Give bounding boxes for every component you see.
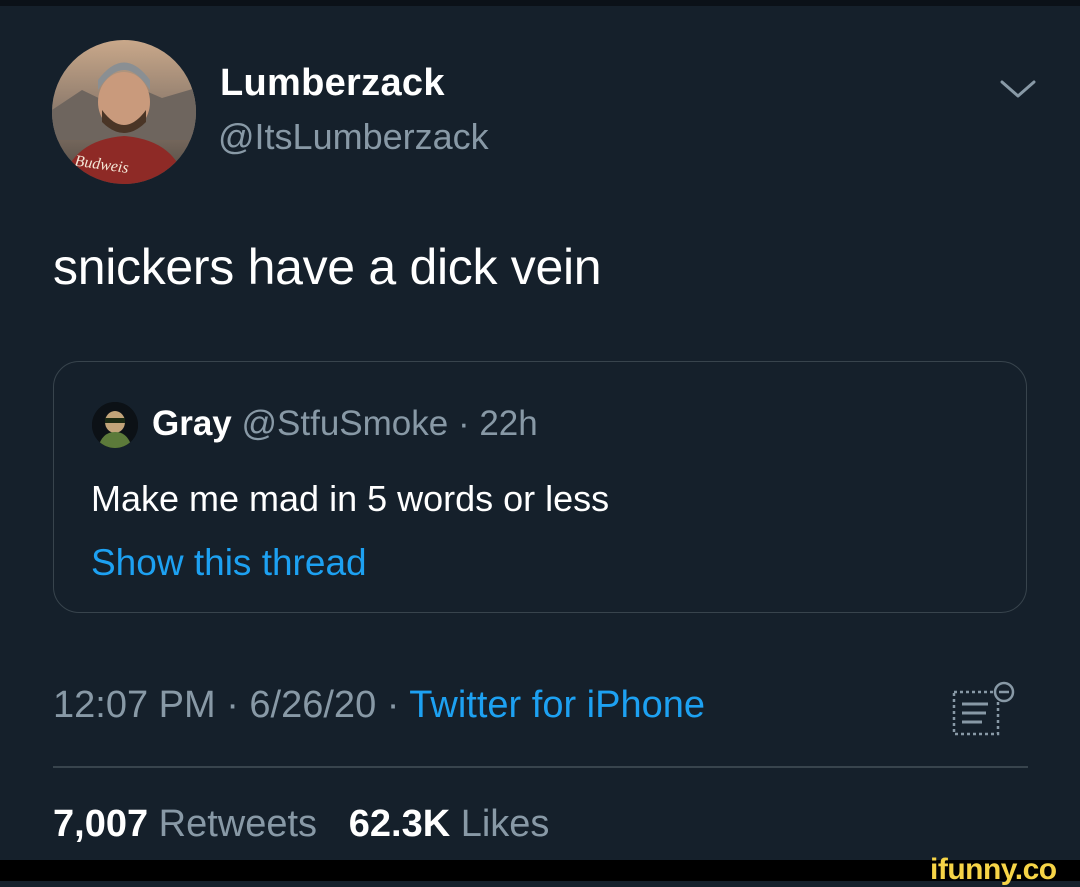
likes-label: Likes bbox=[450, 803, 550, 845]
quoted-author-avatar[interactable] bbox=[92, 402, 138, 448]
author-handle[interactable]: @ItsLumberzack bbox=[218, 116, 489, 158]
timestamp-row: 12:07 PM · 6/26/20 · Twitter for iPhone bbox=[53, 684, 705, 727]
retweets-stat[interactable]: 7,007 Retweets bbox=[53, 803, 317, 845]
watermark-bar bbox=[0, 860, 1080, 881]
likes-stat[interactable]: 62.3K Likes bbox=[349, 803, 550, 845]
top-strip bbox=[0, 0, 1080, 6]
retweets-count: 7,007 bbox=[53, 803, 149, 845]
quoted-author-name[interactable]: Gray bbox=[152, 404, 232, 443]
author-display-name[interactable]: Lumberzack bbox=[220, 62, 445, 105]
quoted-avatar-image bbox=[92, 402, 138, 448]
tweet-text: snickers have a dick vein bbox=[53, 239, 602, 295]
retweets-label: Retweets bbox=[148, 803, 318, 845]
ifunny-watermark: ifunny.co bbox=[930, 853, 1057, 886]
quoted-tweet-card[interactable]: Gray @StfuSmoke · 22h Make me mad in 5 w… bbox=[53, 361, 1027, 613]
tweet-timestamp: 12:07 PM · 6/26/20 · bbox=[53, 684, 410, 726]
author-avatar-photo: Budweis bbox=[52, 40, 196, 184]
author-avatar[interactable]: Budweis bbox=[52, 40, 196, 184]
stats-divider bbox=[53, 766, 1028, 768]
show-thread-link[interactable]: Show this thread bbox=[91, 542, 367, 584]
tweet-analytics-icon[interactable] bbox=[950, 680, 1020, 740]
quoted-handle-time: @StfuSmoke · 22h bbox=[231, 404, 538, 443]
likes-count: 62.3K bbox=[348, 803, 451, 845]
chevron-down-icon[interactable] bbox=[998, 76, 1038, 102]
quoted-tweet-text: Make me mad in 5 words or less bbox=[91, 478, 610, 519]
quoted-header: Gray @StfuSmoke · 22h bbox=[152, 404, 538, 444]
tweet-source-link[interactable]: Twitter for iPhone bbox=[409, 684, 705, 726]
engagement-stats: 7,007 Retweets 62.3K Likes bbox=[53, 803, 549, 846]
